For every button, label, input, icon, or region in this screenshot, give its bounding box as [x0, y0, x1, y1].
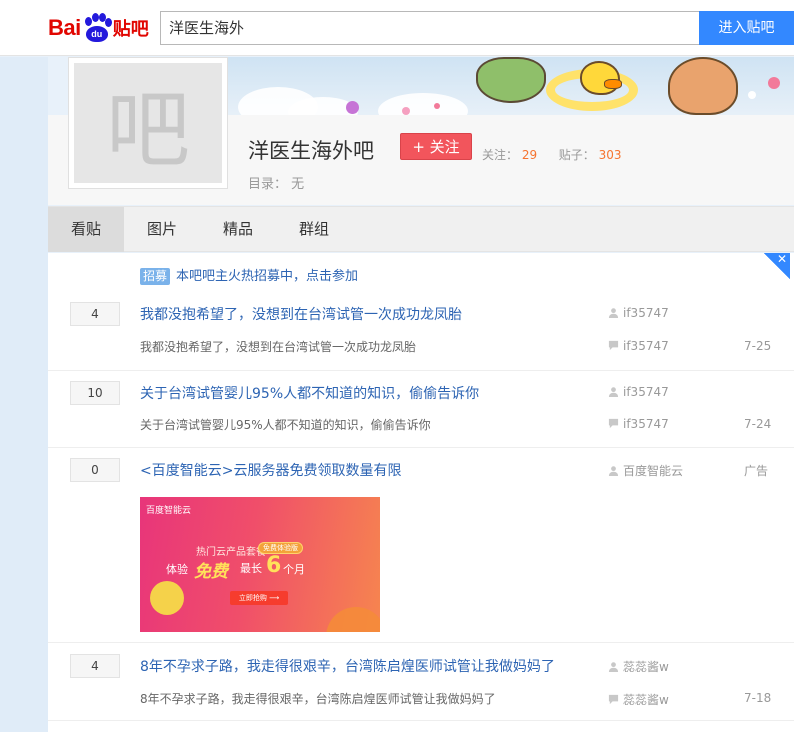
close-icon[interactable]: ✕ — [764, 253, 790, 279]
thread-list: ✕ 招募 本吧吧主火热招募中，点击参加 4 我都没抱希望了，没想到在台湾试管一次成… — [48, 253, 794, 732]
follow-button[interactable]: + 关注 — [400, 133, 472, 160]
thread-row: 4 我都没抱希望了，没想到在台湾试管一次成功龙凤胎 我都没抱希望了，没想到在台湾… — [48, 291, 794, 371]
forum-title[interactable]: 洋医生海外吧 — [248, 135, 374, 165]
ad-cta-button[interactable]: 立即抢购 ⟶ — [230, 591, 288, 605]
logo-tieba-text: 贴吧 — [112, 19, 149, 40]
thread-title[interactable]: 8年不孕求子路，我走得很艰辛，台湾陈启煌医师试管让我做妈妈了 — [140, 656, 555, 676]
forum-catalog: 目录： 无 — [248, 177, 305, 192]
user-icon — [608, 662, 619, 672]
forum-banner — [228, 57, 794, 115]
reply-count: 0 — [70, 458, 120, 482]
tab-images[interactable]: 图片 — [124, 207, 200, 252]
user-icon — [608, 308, 619, 318]
user-icon — [608, 466, 619, 476]
comment-icon — [608, 340, 619, 351]
thread-row: 4 8年不孕求子路，我走得很艰辛，台湾陈启煌医师试管让我做妈妈了 8年不孕求子路… — [48, 643, 794, 721]
ad-image-logo: 百度智能云 — [146, 506, 192, 516]
search-input[interactable]: 洋医生海外 — [160, 11, 700, 45]
forum-avatar[interactable]: 吧 — [68, 57, 228, 189]
thread-author[interactable]: if35747 — [608, 306, 669, 320]
thread-author[interactable]: 蕊蕊酱w — [608, 658, 669, 675]
recruit-badge: 招募 — [140, 268, 171, 285]
reply-count: 4 — [70, 302, 120, 326]
reply-count: 4 — [70, 654, 120, 678]
last-reply-author[interactable]: if35747 — [608, 417, 669, 431]
thread-abstract: 我都没抱希望了，没想到在台湾试管一次成功龙凤胎 — [140, 340, 417, 354]
tab-threads[interactable]: 看贴 — [48, 207, 124, 252]
reply-count: 10 — [70, 381, 120, 405]
enter-forum-button[interactable]: 进入贴吧 — [699, 11, 794, 45]
forum-tabs: 看贴 图片 精品 群组 — [48, 206, 794, 252]
thread-author[interactable]: if35747 — [608, 385, 669, 399]
user-icon — [608, 387, 619, 397]
recruit-text: 本吧吧主火热招募中，点击参加 — [176, 269, 359, 284]
thread-abstract: 8年不孕求子路，我走得很艰辛，台湾陈启煌医师试管让我做妈妈了 — [140, 692, 496, 706]
last-reply-author[interactable]: if35747 — [608, 339, 669, 353]
last-reply-author[interactable]: 蕊蕊酱w — [608, 691, 669, 708]
recruit-notice[interactable]: 招募 本吧吧主火热招募中，点击参加 — [140, 265, 358, 285]
thread-date: 7-18 — [744, 691, 772, 705]
comment-icon — [608, 418, 619, 429]
tab-featured[interactable]: 精品 — [200, 207, 276, 252]
post-count: 303 — [598, 148, 622, 162]
baidu-tieba-logo[interactable]: Bai du 贴吧 — [48, 11, 149, 45]
thread-row: 10 关于台湾试管婴儿95%人都不知道的知识，偷偷告诉你 关于台湾试管婴儿95%… — [48, 370, 794, 448]
follow-count: 29 — [521, 148, 538, 162]
comment-icon — [608, 694, 619, 705]
ad-title[interactable]: <百度智能云>云服务器免费领取数量有限 — [140, 460, 401, 480]
thread-title[interactable]: 我都没抱希望了，没想到在台湾试管一次成功龙凤胎 — [140, 304, 462, 324]
thread-title[interactable]: 关于台湾试管婴儿95%人都不知道的知识，偷偷告诉你 — [140, 383, 479, 403]
thread-date: 7-24 — [744, 417, 772, 431]
catalog-value: 无 — [291, 177, 305, 192]
logo-bai-text: Bai — [48, 15, 81, 40]
ad-author[interactable]: 百度智能云 — [608, 462, 683, 479]
forum-stats: 关注： 29 贴子： 303 — [482, 148, 622, 162]
thread-abstract: 关于台湾试管婴儿95%人都不知道的知识，偷偷告诉你 — [140, 418, 431, 432]
ad-tag: 广告 — [744, 464, 769, 478]
top-bar: Bai du 贴吧 洋医生海外 进入贴吧 — [0, 0, 794, 56]
thread-date: 7-25 — [744, 339, 772, 353]
page-background-strip — [0, 57, 48, 732]
ad-image[interactable]: 百度智能云 热门云产品套餐 免费体验版 体验 免费 最长 6 个月 立即抢购 ⟶ — [140, 497, 380, 632]
tab-groups[interactable]: 群组 — [276, 207, 352, 252]
paw-icon: du — [82, 13, 112, 43]
